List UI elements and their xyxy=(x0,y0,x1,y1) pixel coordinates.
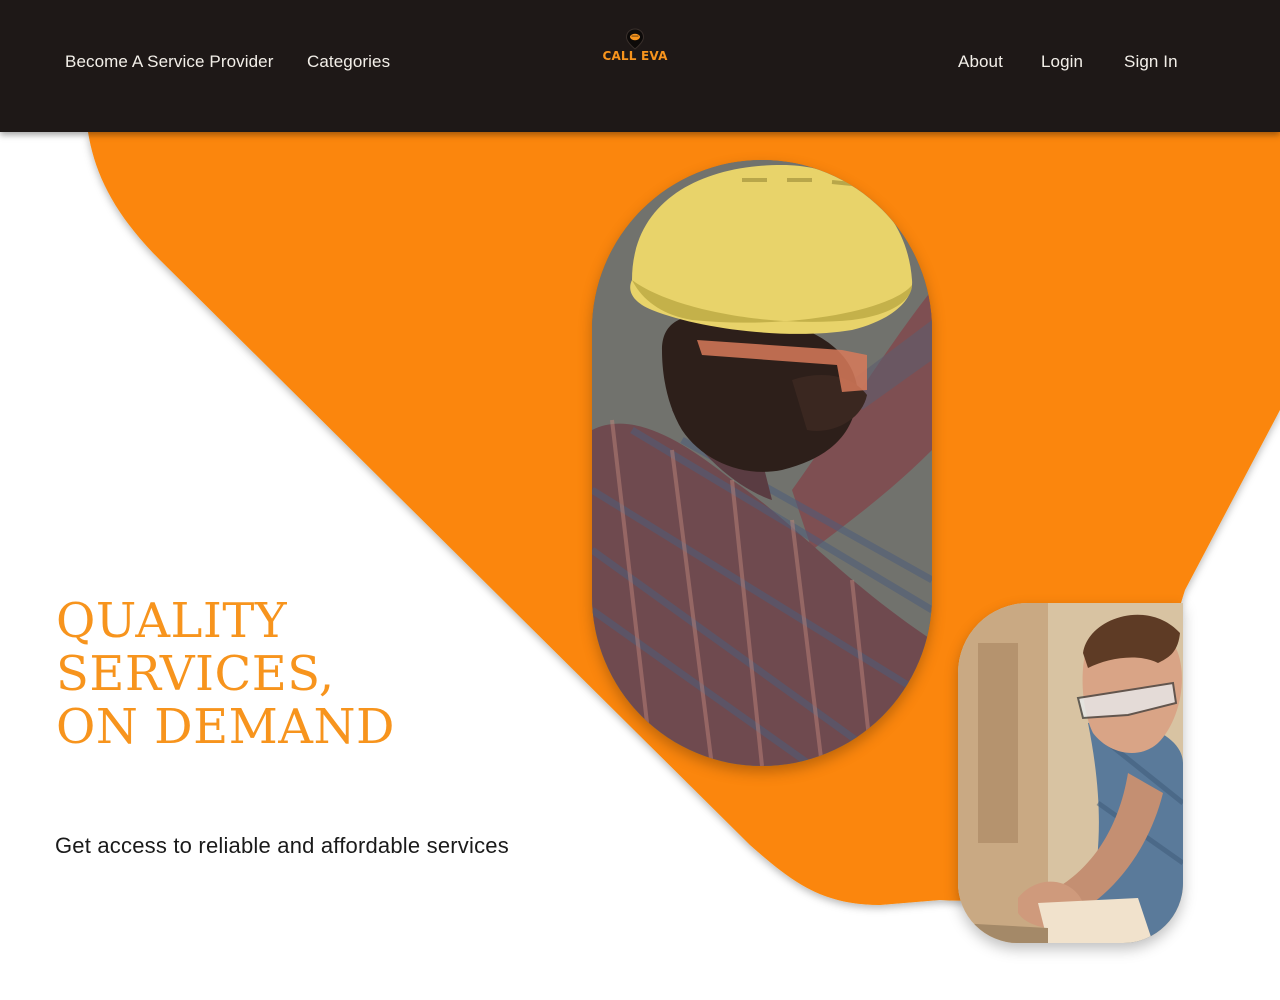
nav-about[interactable]: About xyxy=(958,52,1003,72)
nav-categories[interactable]: Categories xyxy=(307,52,390,72)
carpenter-safety-glasses-photo xyxy=(958,603,1183,943)
worker-hard-hat-photo xyxy=(592,160,932,766)
call-eva-logo[interactable]: CALL EVA xyxy=(600,28,670,68)
headline-line-1: QUALITY xyxy=(56,593,288,649)
logo-text: CALL EVA xyxy=(602,49,668,63)
hero-headline: QUALITY SERVICES, ON DEMAND xyxy=(56,595,395,754)
top-navigation-bar: Become A Service Provider Categories CAL… xyxy=(0,0,1280,132)
headline-line-2: SERVICES, xyxy=(56,646,335,702)
location-pin-icon xyxy=(625,28,645,50)
nav-login[interactable]: Login xyxy=(1041,52,1083,72)
headline-line-3: ON DEMAND xyxy=(56,699,395,755)
nav-become-service-provider[interactable]: Become A Service Provider xyxy=(65,52,273,72)
nav-sign-in[interactable]: Sign In xyxy=(1124,52,1178,72)
hero-subtitle: Get access to reliable and affordable se… xyxy=(55,833,509,858)
